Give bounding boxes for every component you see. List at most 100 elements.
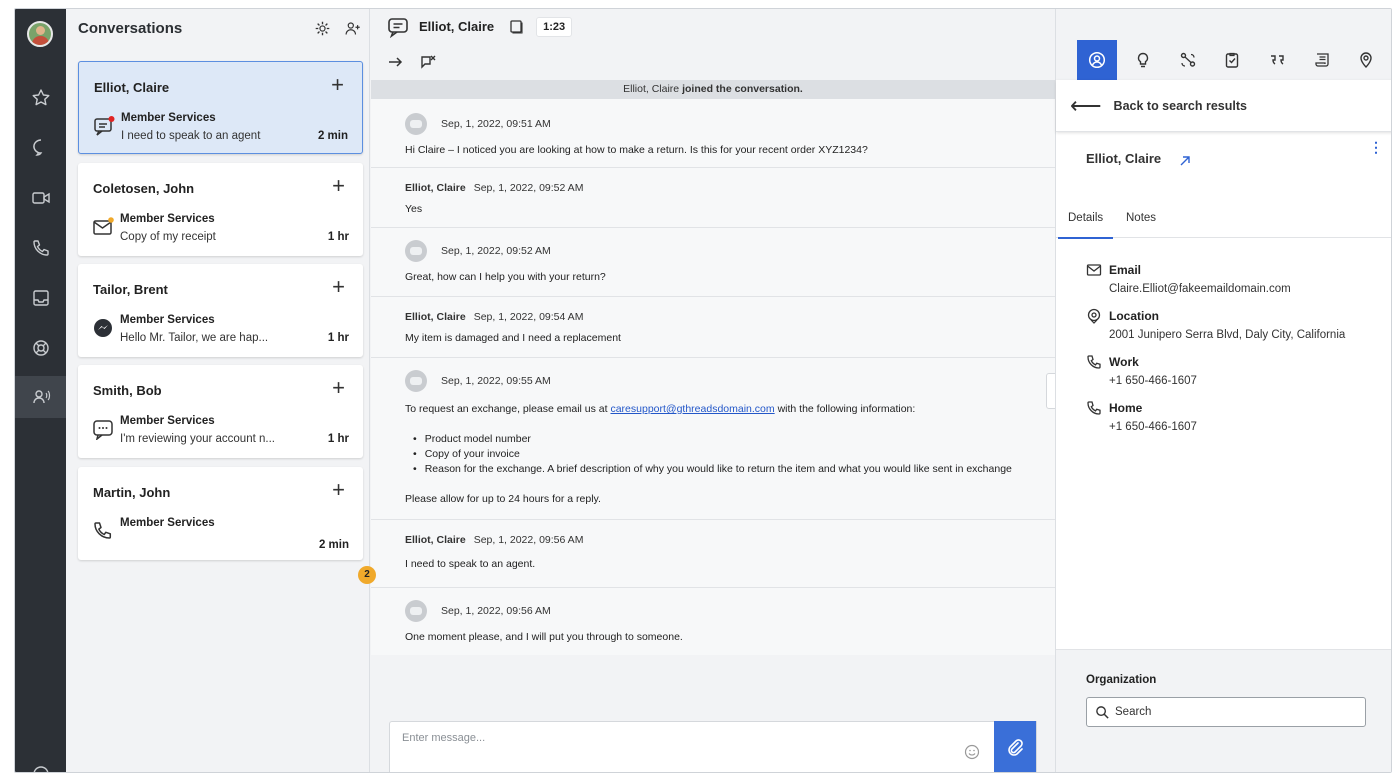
- elapsed-time: 2 min: [317, 130, 348, 142]
- message-meta: Elliot, Claire Sep, 1, 2022, 09:54 AM: [405, 311, 583, 323]
- back-to-search-link[interactable]: ⟵ Back to search results: [1056, 80, 1391, 132]
- system-banner: Elliot, Claire joined the conversation.: [371, 80, 1055, 99]
- help-icon[interactable]: [15, 753, 66, 772]
- message-time: Sep, 1, 2022, 09:55 AM: [441, 375, 551, 387]
- conversation-card[interactable]: Elliot, Claire + Member Services I need …: [78, 61, 363, 154]
- elapsed-time: 2 min: [318, 539, 349, 551]
- copy-icon[interactable]: [508, 19, 524, 35]
- transfer-icon[interactable]: [387, 53, 405, 71]
- message-snippet: I need to speak to an agent: [121, 130, 261, 142]
- organization-label: Organization: [1086, 674, 1157, 686]
- message-text-part: with the following information:: [777, 403, 916, 415]
- add-button[interactable]: +: [332, 377, 345, 399]
- add-button[interactable]: +: [332, 276, 345, 298]
- profile-tabs: Details Notes: [1056, 202, 1391, 239]
- conversations-title: Conversations: [78, 19, 183, 37]
- more-options-icon[interactable]: ⋮: [1369, 139, 1383, 156]
- message-input[interactable]: Enter message...: [389, 721, 1037, 772]
- journey-tab[interactable]: [1168, 40, 1208, 80]
- organization-search-input[interactable]: Search: [1086, 697, 1366, 727]
- message-text: I need to speak to an agent.: [405, 558, 536, 570]
- contacts-icon[interactable]: [15, 376, 66, 418]
- message-sender: Elliot, Claire: [405, 534, 466, 546]
- message-customer: 2 Elliot, Claire Sep, 1, 2022, 09:56 AM I…: [358, 520, 1055, 588]
- message-time: Sep, 1, 2022, 09:54 AM: [473, 311, 584, 323]
- contact-name: Martin, John: [93, 485, 171, 500]
- input-placeholder: Enter message...: [402, 732, 486, 744]
- chat-icon: [94, 116, 115, 136]
- message-list: Sep, 1, 2022, 09:51 AM Hi Claire – I not…: [358, 99, 1055, 655]
- work-phone-field: Work +1 650-466-1607: [1086, 354, 1197, 387]
- bot-avatar-icon: [405, 113, 427, 135]
- email-link[interactable]: caresupport@gthreadsdomain.com: [610, 403, 774, 415]
- message-time: Sep, 1, 2022, 09:52 AM: [473, 182, 584, 194]
- phone-icon: [94, 522, 112, 539]
- message-time: Sep, 1, 2022, 09:56 AM: [473, 534, 584, 546]
- search-placeholder: Search: [1115, 706, 1152, 718]
- contact-name: Elliot, Claire: [419, 19, 495, 34]
- contact-name: Tailor, Brent: [93, 282, 168, 297]
- list-item: Reason for the exchange. A brief descrip…: [405, 462, 1012, 477]
- field-label: Location: [1109, 309, 1159, 323]
- settings-icon[interactable]: [311, 17, 333, 39]
- attach-button[interactable]: [994, 721, 1036, 772]
- clipboard-icon: [1225, 52, 1239, 68]
- search-icon: [1096, 705, 1109, 719]
- conversation-card[interactable]: Tailor, Brent + Member Services Hello Mr…: [78, 264, 363, 357]
- messenger-icon: [94, 319, 112, 337]
- message-text: One moment please, and I will put you th…: [405, 631, 683, 643]
- contact-name: Elliot, Claire: [94, 80, 170, 95]
- responses-tab[interactable]: [1257, 40, 1297, 80]
- emoji-icon[interactable]: [964, 744, 980, 760]
- interaction-timer: 1:23: [536, 16, 573, 37]
- external-link-icon[interactable]: [1178, 154, 1192, 168]
- message-meta: Sep, 1, 2022, 09:55 AM: [405, 370, 551, 392]
- conversation-card[interactable]: Martin, John + Member Services 2 min: [78, 467, 363, 560]
- add-contact-icon[interactable]: [341, 17, 363, 39]
- message-meta: Sep, 1, 2022, 09:52 AM: [405, 240, 551, 262]
- location-tab[interactable]: [1346, 40, 1386, 80]
- script-tab[interactable]: [1212, 40, 1252, 80]
- bot-avatar-icon: [405, 240, 427, 262]
- field-label: Work: [1109, 355, 1139, 369]
- add-button[interactable]: +: [332, 175, 345, 197]
- location-pin-icon: [1360, 52, 1372, 68]
- add-button[interactable]: +: [332, 479, 345, 501]
- contact-tab[interactable]: [1077, 40, 1117, 80]
- suggestions-tab[interactable]: [1123, 40, 1163, 80]
- phone-icon[interactable]: [15, 227, 66, 269]
- field-value: +1 650-466-1607: [1109, 375, 1197, 387]
- support-icon[interactable]: [15, 327, 66, 369]
- queue-name: Member Services: [120, 517, 215, 529]
- conversation-card[interactable]: Smith, Bob + Member Services I'm reviewi…: [78, 365, 363, 458]
- message-time: Sep, 1, 2022, 09:51 AM: [441, 118, 551, 130]
- tab-notes[interactable]: Notes: [1126, 212, 1156, 224]
- message-bot: Sep, 1, 2022, 09:52 AM Great, how can I …: [371, 228, 1055, 297]
- star-icon[interactable]: [15, 77, 66, 119]
- conversation-card[interactable]: Coletosen, John + Member Services Copy o…: [78, 163, 363, 256]
- chat-bubble-icon[interactable]: [15, 126, 66, 168]
- queue-name: Member Services: [120, 213, 215, 225]
- bullet-list: Product model number Copy of your invoic…: [405, 432, 1012, 477]
- message-text: Hi Claire – I noticed you are looking at…: [405, 144, 868, 156]
- paperclip-icon: [1008, 738, 1023, 756]
- queue-name: Member Services: [121, 112, 216, 124]
- location-field: Location 2001 Junipero Serra Blvd, Daly …: [1086, 308, 1345, 341]
- email-icon: [1086, 264, 1102, 276]
- add-button[interactable]: +: [331, 74, 344, 96]
- inbox-icon[interactable]: [15, 277, 66, 319]
- chat-icon: [388, 17, 408, 38]
- video-icon[interactable]: [15, 177, 66, 219]
- tab-details[interactable]: Details: [1057, 212, 1114, 239]
- end-chat-icon[interactable]: [419, 53, 437, 71]
- message-footer: Please allow for up to 24 hours for a re…: [405, 493, 601, 505]
- message-sender: Elliot, Claire: [405, 311, 466, 323]
- message-time: Sep, 1, 2022, 09:52 AM: [441, 245, 551, 257]
- conversations-panel: Conversations Elliot, Claire + Member Se…: [66, 9, 370, 772]
- elapsed-time: 1 hr: [327, 332, 349, 344]
- contact-name: Smith, Bob: [93, 383, 162, 398]
- message-bot: Sep, 1, 2022, 09:56 AM One moment please…: [371, 588, 1055, 655]
- knowledge-tab[interactable]: [1302, 40, 1342, 80]
- avatar[interactable]: [27, 21, 53, 47]
- phone-icon: [1087, 401, 1101, 415]
